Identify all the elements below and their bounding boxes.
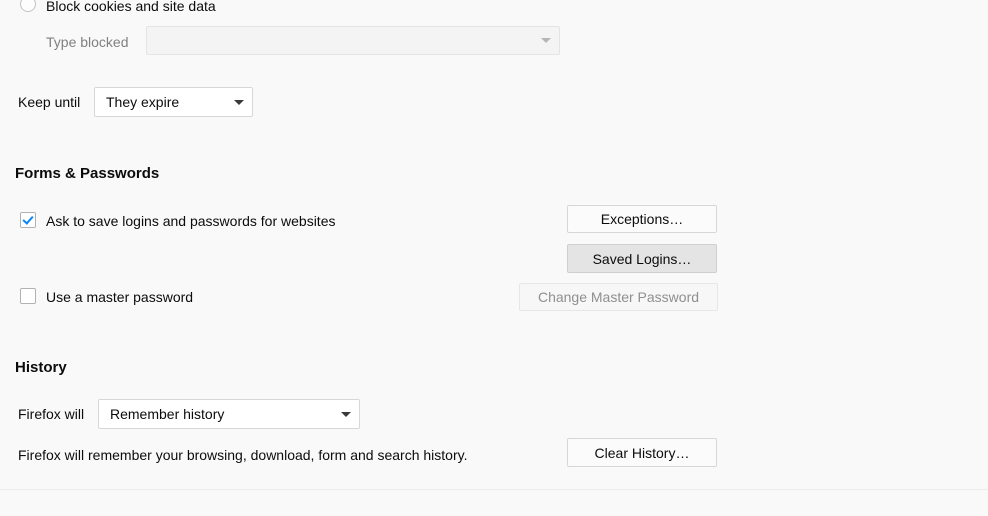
bottom-divider bbox=[0, 489, 988, 490]
keep-until-value: They expire bbox=[106, 94, 180, 110]
firefox-will-label: Firefox will bbox=[18, 406, 85, 422]
keep-until-label: Keep until bbox=[18, 94, 81, 110]
use-master-password-checkbox[interactable] bbox=[20, 288, 36, 304]
chevron-down-icon bbox=[234, 99, 244, 105]
chevron-down-icon bbox=[341, 411, 351, 417]
use-master-password-label[interactable]: Use a master password bbox=[46, 288, 193, 306]
exceptions-button[interactable]: Exceptions… bbox=[567, 205, 717, 233]
change-master-password-button: Change Master Password bbox=[519, 283, 718, 311]
history-description: Firefox will remember your browsing, dow… bbox=[18, 447, 468, 463]
history-heading: History bbox=[15, 359, 67, 376]
history-mode-value: Remember history bbox=[110, 406, 225, 422]
saved-logins-button[interactable]: Saved Logins… bbox=[567, 244, 717, 273]
forms-passwords-heading: Forms & Passwords bbox=[15, 165, 160, 182]
type-blocked-dropdown[interactable] bbox=[146, 26, 560, 55]
keep-until-dropdown[interactable]: They expire bbox=[94, 87, 253, 117]
block-cookies-radio[interactable] bbox=[20, 0, 36, 12]
preferences-privacy-pane: Block cookies and site data Type blocked… bbox=[0, 0, 988, 516]
block-cookies-label[interactable]: Block cookies and site data bbox=[46, 0, 216, 15]
checkbox-indicator bbox=[20, 288, 36, 304]
ask-to-save-checkbox[interactable] bbox=[20, 212, 36, 228]
type-blocked-label: Type blocked bbox=[46, 34, 129, 50]
history-mode-dropdown[interactable]: Remember history bbox=[98, 399, 360, 429]
ask-to-save-label[interactable]: Ask to save logins and passwords for web… bbox=[46, 212, 335, 230]
checkbox-indicator bbox=[20, 212, 36, 228]
radio-indicator bbox=[20, 0, 36, 12]
chevron-down-icon bbox=[541, 38, 551, 43]
clear-history-button[interactable]: Clear History… bbox=[567, 438, 717, 467]
